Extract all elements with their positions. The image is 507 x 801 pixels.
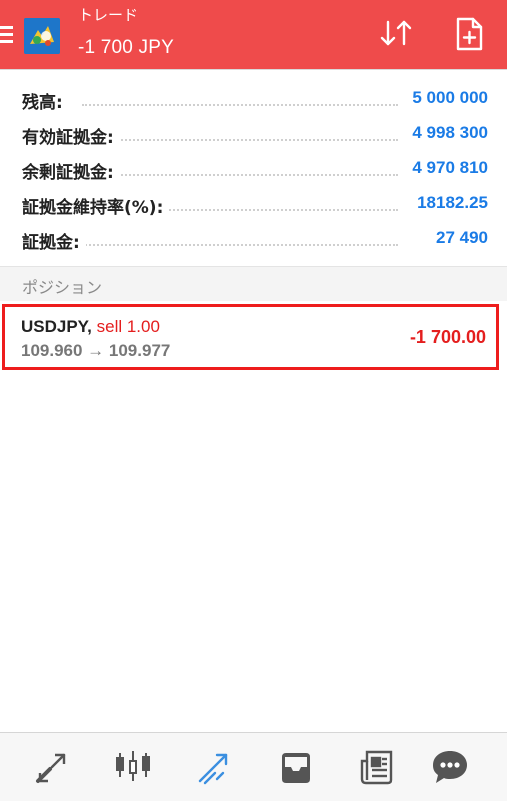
quotes-icon[interactable] — [32, 747, 72, 787]
account-summary: 残高: 5 000 000 有効証拠金: 4 998 300 余剰証拠金: 4 … — [0, 69, 507, 253]
app-header: トレード -1 700 JPY — [0, 0, 507, 69]
positions-section-header: ポジション — [0, 266, 507, 301]
position-profit: -1 700.00 — [409, 327, 486, 347]
trade-icon[interactable] — [195, 747, 235, 787]
margin-level-value: 18182.25 — [411, 193, 488, 213]
margin-level-row: 証拠金維持率(%): 18182.25 — [22, 187, 488, 223]
margin-value: 27 490 — [430, 228, 488, 248]
dotted-leader — [82, 104, 398, 106]
metatrader-logo-icon — [24, 18, 60, 54]
sort-arrows-icon[interactable] — [378, 16, 414, 50]
margin-label: 証拠金: — [22, 228, 86, 253]
equity-label: 有効証拠金: — [22, 123, 120, 148]
balance-change-text: -1 700 JPY — [78, 37, 174, 58]
position-side: sell 1.00 — [96, 317, 160, 336]
dotted-leader — [82, 174, 398, 176]
balance-label: 残高: — [22, 88, 69, 113]
free-margin-label: 余剰証拠金: — [22, 158, 120, 183]
news-icon[interactable] — [357, 747, 397, 787]
new-order-icon[interactable] — [452, 16, 486, 52]
bottom-navigation — [0, 732, 507, 801]
free-margin-value: 4 970 810 — [406, 158, 488, 178]
margin-level-label: 証拠金維持率(%): — [22, 193, 170, 218]
balance-value: 5 000 000 — [406, 88, 488, 108]
chart-icon[interactable] — [113, 747, 153, 787]
page-title: トレード — [78, 6, 139, 24]
margin-row: 証拠金: 27 490 — [22, 222, 488, 258]
position-row[interactable]: USDJPY, sell 1.00 109.960 → 109.977 -1 7… — [2, 304, 499, 370]
position-prices: 109.960 → 109.977 — [21, 341, 171, 360]
messages-icon[interactable] — [430, 747, 470, 787]
dotted-leader — [82, 139, 398, 141]
position-symbol: USDJPY, — [21, 317, 92, 336]
free-margin-row: 余剰証拠金: 4 970 810 — [22, 152, 488, 188]
hamburger-menu-icon[interactable] — [0, 26, 14, 44]
dotted-leader — [82, 244, 398, 246]
equity-row: 有効証拠金: 4 998 300 — [22, 117, 488, 153]
history-icon[interactable] — [276, 747, 316, 787]
positions-section-title: ポジション — [22, 278, 103, 297]
equity-value: 4 998 300 — [406, 123, 488, 143]
balance-row: 残高: 5 000 000 — [22, 82, 488, 118]
